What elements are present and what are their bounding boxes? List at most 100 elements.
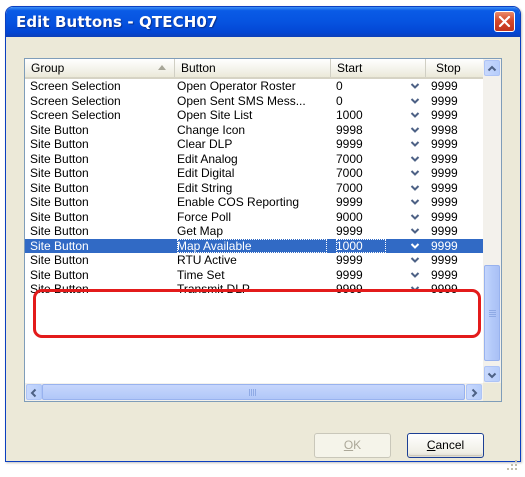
- table-row[interactable]: Screen Selection Open Site List 1000 9999: [25, 108, 483, 123]
- row-group-cell: Screen Selection: [30, 108, 121, 122]
- row-button-cell: Change Icon: [177, 122, 246, 137]
- scroll-left-button[interactable]: [26, 384, 42, 400]
- table-row[interactable]: Site Button Force Poll 9000 9999: [25, 210, 483, 225]
- dropdown-arrow-icon[interactable]: [409, 254, 421, 266]
- dropdown-arrow-icon[interactable]: [409, 283, 421, 295]
- horizontal-scrollbar[interactable]: [25, 383, 483, 401]
- scroll-down-button[interactable]: [484, 366, 500, 382]
- table-row[interactable]: Site Button Transmit DLP 9999 9999: [25, 282, 483, 297]
- scroll-up-button[interactable]: [484, 60, 500, 76]
- row-stop-cell: 9999: [431, 108, 458, 122]
- row-button-cell: Clear DLP: [177, 137, 233, 151]
- table-row[interactable]: Screen Selection Open Sent SMS Mess... 0 99…: [25, 94, 483, 109]
- table-row[interactable]: Site Button RTU Active 9999 9999: [25, 253, 483, 268]
- row-stop-cell: 9999: [431, 209, 458, 224]
- row-start-cell: 9000: [336, 209, 363, 224]
- window-title: Edit Buttons - QTECH07: [16, 13, 218, 31]
- row-start-cell: 9999: [336, 224, 363, 238]
- table-row[interactable]: Site Button Change Icon 9998 9998: [25, 123, 483, 138]
- dropdown-arrow-icon[interactable]: [409, 225, 421, 237]
- row-button-cell: Open Site List: [177, 108, 253, 122]
- vertical-scroll-thumb[interactable]: [484, 265, 500, 361]
- row-button-cell: Open Operator Roster: [177, 79, 296, 93]
- buttons-list-view[interactable]: Group Button Start Stop Screen Selection…: [24, 58, 502, 402]
- row-stop-cell: 9999: [431, 238, 476, 253]
- row-button-cell: Force Poll: [177, 209, 232, 224]
- row-stop-cell: 9999: [431, 93, 458, 108]
- row-stop-cell: 9999: [431, 137, 458, 151]
- dropdown-arrow-icon[interactable]: [409, 240, 421, 252]
- dropdown-arrow-icon[interactable]: [409, 124, 421, 136]
- table-row[interactable]: Site Button Time Set 9999 9999: [25, 268, 483, 283]
- table-row[interactable]: Screen Selection Open Operator Roster 0 999…: [25, 79, 483, 94]
- row-stop-cell: 9999: [431, 282, 458, 296]
- table-row[interactable]: Site Button Edit Analog 7000 9999: [25, 152, 483, 167]
- table-row[interactable]: Site Button Edit String 7000 9999: [25, 181, 483, 196]
- vertical-scrollbar[interactable]: [483, 59, 501, 383]
- dropdown-arrow-icon[interactable]: [409, 109, 421, 121]
- row-group-cell: Site Button: [30, 282, 89, 296]
- dropdown-arrow-icon[interactable]: [409, 167, 421, 179]
- row-group-cell: Site Button: [30, 253, 89, 267]
- row-group-cell: Site Button: [30, 224, 89, 238]
- scroll-right-button[interactable]: [466, 384, 482, 400]
- row-stop-cell: 9998: [431, 122, 458, 137]
- row-stop-cell: 9999: [431, 151, 458, 166]
- row-button-cell: Enable COS Reporting: [177, 195, 300, 209]
- row-stop-cell: 9999: [431, 224, 458, 238]
- table-row[interactable]: Site Button Clear DLP 9999 9999: [25, 137, 483, 152]
- scroll-left-icon: [30, 388, 37, 398]
- row-start-cell: 1000: [336, 108, 363, 122]
- row-group-cell: Site Button: [30, 238, 89, 253]
- dropdown-arrow-icon[interactable]: [409, 95, 421, 107]
- table-row[interactable]: Site Button Enable COS Reporting 9999 9999: [25, 195, 483, 210]
- dropdown-arrow-icon[interactable]: [409, 138, 421, 150]
- dropdown-arrow-icon[interactable]: [409, 182, 421, 194]
- table-row[interactable]: Site Button Edit Digital 7000 9999: [25, 166, 483, 181]
- row-start-cell: 9999: [336, 282, 363, 296]
- scroll-right-icon: [471, 388, 478, 398]
- cancel-button[interactable]: Cancel: [407, 433, 484, 458]
- dropdown-arrow-icon[interactable]: [409, 153, 421, 165]
- row-group-cell: Site Button: [30, 209, 89, 224]
- scroll-down-icon: [487, 372, 497, 379]
- dropdown-arrow-icon[interactable]: [409, 211, 421, 223]
- list-header: Group Button Start Stop: [25, 59, 483, 79]
- column-header-stop[interactable]: Stop: [426, 59, 483, 77]
- row-button-cell: Time Set: [177, 267, 225, 282]
- dropdown-arrow-icon[interactable]: [409, 80, 421, 92]
- ok-button[interactable]: OK: [314, 433, 391, 458]
- row-button-cell: Map Available: [177, 238, 327, 253]
- row-start-cell: 9999: [336, 253, 363, 267]
- row-start-cell: 9999: [336, 195, 363, 209]
- horizontal-scroll-thumb[interactable]: [42, 384, 465, 400]
- row-group-cell: Screen Selection: [30, 93, 121, 108]
- row-button-cell: Edit String: [177, 180, 233, 195]
- title-bar[interactable]: Edit Buttons - QTECH07: [6, 7, 520, 37]
- row-button-cell: RTU Active: [177, 253, 237, 267]
- dropdown-arrow-icon[interactable]: [409, 196, 421, 208]
- row-group-cell: Site Button: [30, 137, 89, 151]
- row-stop-cell: 9999: [431, 195, 458, 209]
- close-icon: [498, 15, 511, 28]
- sort-ascending-icon: [158, 65, 166, 70]
- row-group-cell: Site Button: [30, 122, 89, 137]
- row-group-cell: Screen Selection: [30, 79, 121, 93]
- row-group-cell: Site Button: [30, 267, 89, 282]
- close-button[interactable]: [494, 11, 515, 32]
- column-header-group[interactable]: Group: [25, 59, 175, 77]
- column-header-button[interactable]: Button: [175, 59, 331, 77]
- row-group-cell: Site Button: [30, 151, 89, 166]
- row-stop-cell: 9999: [431, 267, 458, 282]
- column-header-start[interactable]: Start: [331, 59, 426, 77]
- row-start-cell: 7000: [336, 180, 363, 195]
- row-start-cell: 9998: [336, 122, 363, 137]
- table-row[interactable]: Site Button Get Map 9999 9999: [25, 224, 483, 239]
- row-button-cell: Edit Digital: [177, 166, 235, 180]
- resize-grip-icon[interactable]: [506, 459, 518, 471]
- dropdown-arrow-icon[interactable]: [409, 269, 421, 281]
- row-group-cell: Site Button: [30, 180, 89, 195]
- row-stop-cell: 9999: [431, 166, 458, 180]
- row-start-cell: 0: [336, 79, 343, 93]
- table-row[interactable]: Site Button Map Available 1000 9999: [25, 238, 483, 253]
